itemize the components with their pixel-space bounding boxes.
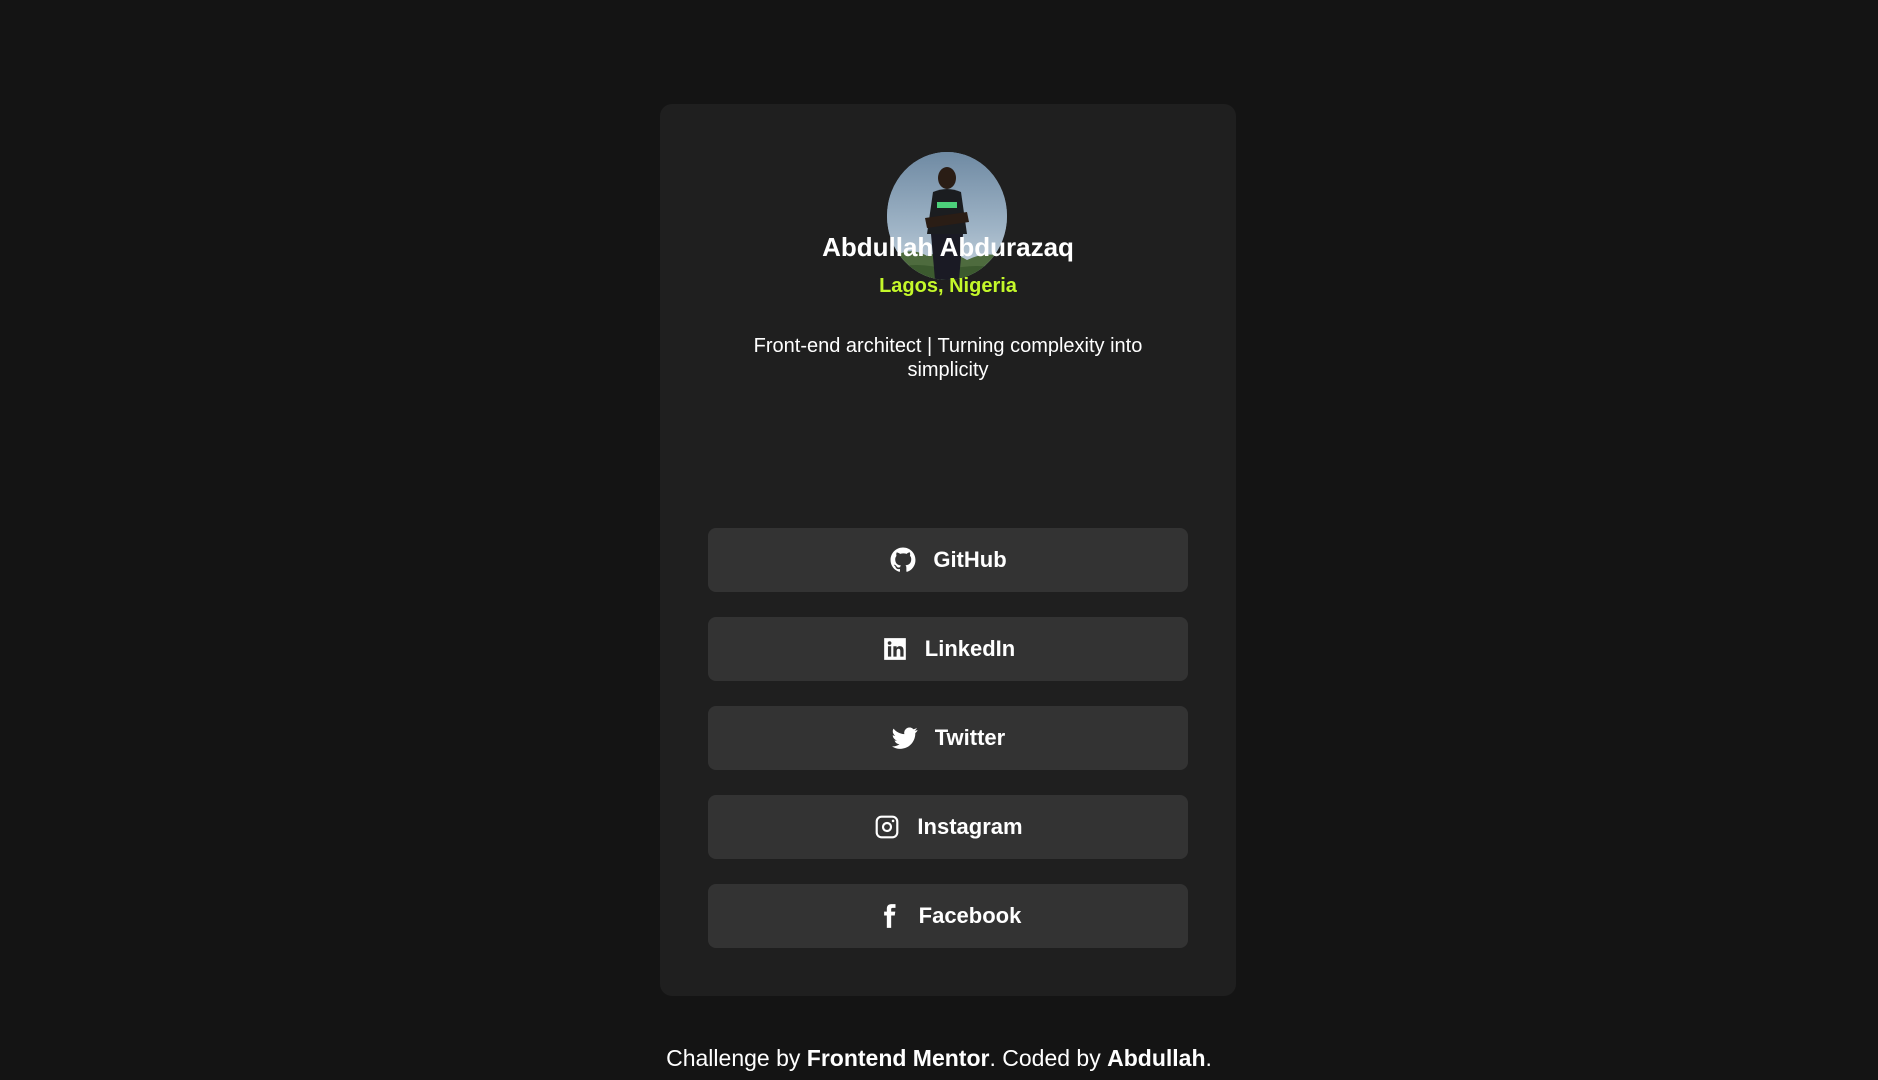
github-button-label: GitHub [933, 547, 1007, 572]
github-icon [889, 546, 917, 574]
linkedin-button[interactable]: LinkedIn [708, 617, 1188, 681]
instagram-icon [873, 813, 901, 841]
profile-name: Abdullah Abdurazaq [822, 232, 1074, 262]
twitter-button[interactable]: Twitter [708, 706, 1188, 770]
facebook-button[interactable]: Facebook [708, 884, 1188, 948]
twitter-icon [891, 724, 919, 752]
social-links: GitHub LinkedIn Twitter Instagram Facebo… [708, 528, 1188, 973]
facebook-button-label: Facebook [918, 903, 1022, 928]
facebook-icon [875, 902, 903, 930]
profile-bio: Front-end architect | Turning complexity… [753, 335, 1143, 381]
footer-prefix: Challenge by [666, 1045, 807, 1071]
instagram-button[interactable]: Instagram [708, 795, 1188, 859]
author-link[interactable]: Abdullah [1107, 1045, 1205, 1071]
profile-card: Abdullah Abdurazaq Lagos, Nigeria Front-… [660, 104, 1236, 996]
footer-middle: . Coded by [989, 1045, 1108, 1071]
instagram-button-label: Instagram [917, 814, 1023, 839]
attribution-footer: Challenge by Frontend Mentor. Coded by A… [0, 1044, 1878, 1072]
twitter-button-label: Twitter [934, 725, 1006, 750]
linkedin-button-label: LinkedIn [924, 636, 1016, 661]
footer-suffix: . [1205, 1045, 1212, 1071]
profile-location: Lagos, Nigeria [879, 275, 1017, 297]
frontend-mentor-link[interactable]: Frontend Mentor [807, 1045, 990, 1071]
linkedin-icon [881, 635, 909, 663]
github-button[interactable]: GitHub [708, 528, 1188, 592]
